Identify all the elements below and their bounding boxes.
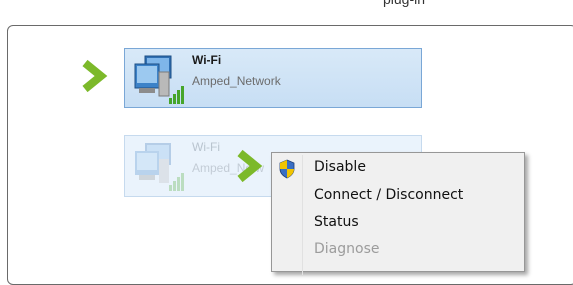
menu-item-label: Connect / Disconnect: [314, 187, 464, 203]
top-caption-text: plug-in: [383, 0, 573, 9]
menu-item-disable[interactable]: Disable: [272, 155, 524, 181]
menu-item-label: Diagnose: [314, 241, 380, 257]
adapter-name: Wi-Fi: [192, 53, 222, 67]
adapter-network: Amped_Network: [192, 74, 281, 88]
menu-item-status[interactable]: Status: [272, 210, 524, 236]
signal-bars-icon: [169, 86, 184, 104]
adapter-name: Wi-Fi: [192, 140, 220, 154]
menu-item-label: Disable: [314, 159, 366, 175]
signal-bars-icon: [169, 173, 184, 191]
menu-item-label: Status: [314, 214, 359, 230]
network-adapter-icon: [134, 55, 184, 104]
menu-item-connect-disconnect[interactable]: Connect / Disconnect: [272, 183, 524, 209]
adapter-wifi-selected[interactable]: Wi-Fi Amped_Network: [124, 48, 422, 108]
uac-shield-icon: [279, 159, 295, 179]
chevron-right-icon: [82, 59, 108, 93]
menu-item-diagnose[interactable]: Diagnose: [272, 237, 524, 263]
network-adapter-icon: [135, 143, 184, 191]
chevron-right-icon: [237, 149, 263, 183]
context-menu: Disable Connect / Disconnect Status Diag…: [271, 152, 525, 275]
